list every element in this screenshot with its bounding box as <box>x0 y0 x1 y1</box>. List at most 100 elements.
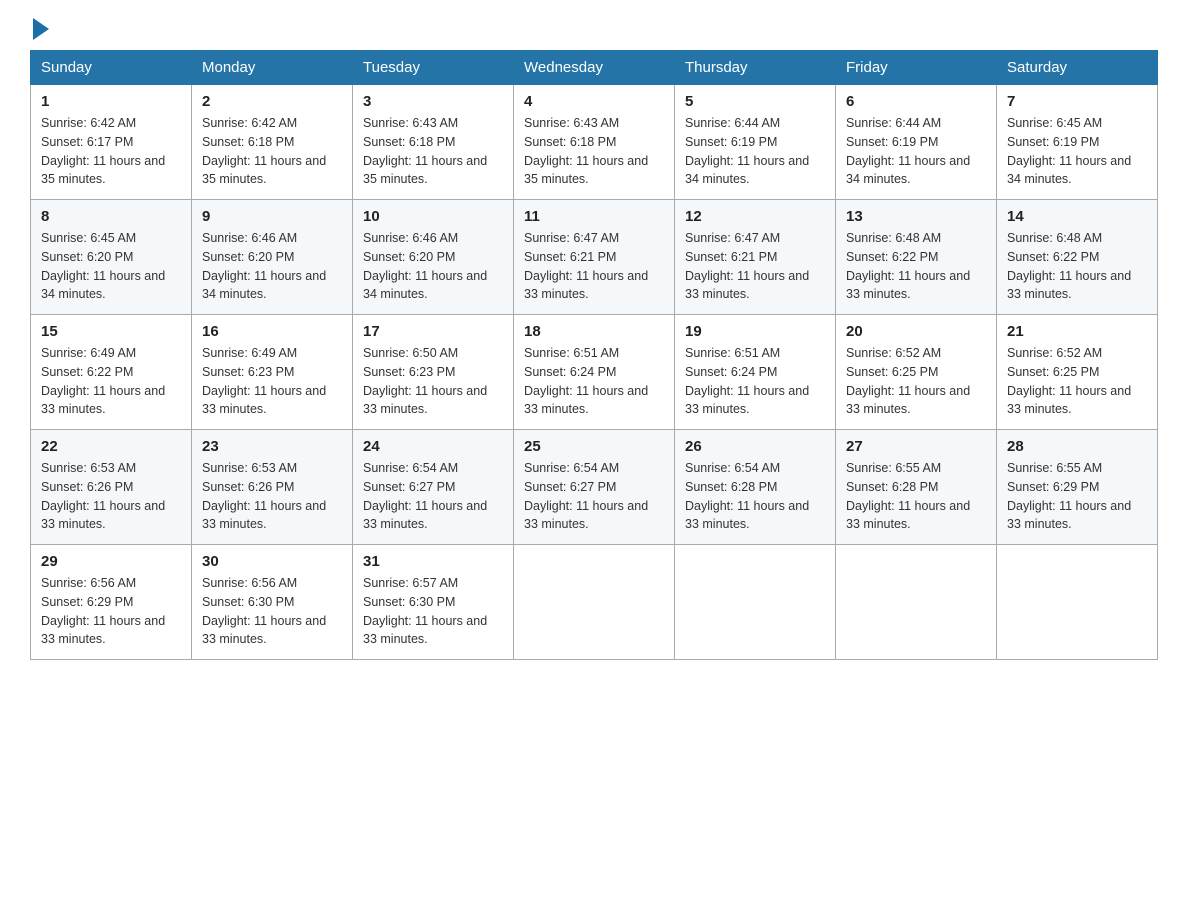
calendar-cell: 7 Sunrise: 6:45 AMSunset: 6:19 PMDayligh… <box>997 85 1158 200</box>
day-info: Sunrise: 6:54 AMSunset: 6:28 PMDaylight:… <box>685 459 825 534</box>
day-info: Sunrise: 6:55 AMSunset: 6:29 PMDaylight:… <box>1007 459 1147 534</box>
calendar-cell: 25 Sunrise: 6:54 AMSunset: 6:27 PMDaylig… <box>514 430 675 545</box>
calendar-cell: 14 Sunrise: 6:48 AMSunset: 6:22 PMDaylig… <box>997 200 1158 315</box>
day-number: 22 <box>41 438 181 455</box>
day-info: Sunrise: 6:43 AMSunset: 6:18 PMDaylight:… <box>363 114 503 189</box>
day-number: 24 <box>363 438 503 455</box>
day-number: 9 <box>202 208 342 225</box>
day-number: 11 <box>524 208 664 225</box>
weekday-header-monday: Monday <box>192 51 353 85</box>
day-info: Sunrise: 6:43 AMSunset: 6:18 PMDaylight:… <box>524 114 664 189</box>
week-row-5: 29 Sunrise: 6:56 AMSunset: 6:29 PMDaylig… <box>31 545 1158 660</box>
day-number: 17 <box>363 323 503 340</box>
day-info: Sunrise: 6:48 AMSunset: 6:22 PMDaylight:… <box>1007 229 1147 304</box>
day-number: 30 <box>202 553 342 570</box>
calendar-cell <box>836 545 997 660</box>
day-number: 13 <box>846 208 986 225</box>
week-row-4: 22 Sunrise: 6:53 AMSunset: 6:26 PMDaylig… <box>31 430 1158 545</box>
day-info: Sunrise: 6:53 AMSunset: 6:26 PMDaylight:… <box>41 459 181 534</box>
calendar-cell: 11 Sunrise: 6:47 AMSunset: 6:21 PMDaylig… <box>514 200 675 315</box>
day-number: 27 <box>846 438 986 455</box>
day-info: Sunrise: 6:57 AMSunset: 6:30 PMDaylight:… <box>363 574 503 649</box>
day-info: Sunrise: 6:45 AMSunset: 6:20 PMDaylight:… <box>41 229 181 304</box>
day-info: Sunrise: 6:45 AMSunset: 6:19 PMDaylight:… <box>1007 114 1147 189</box>
calendar-cell: 22 Sunrise: 6:53 AMSunset: 6:26 PMDaylig… <box>31 430 192 545</box>
calendar-cell: 24 Sunrise: 6:54 AMSunset: 6:27 PMDaylig… <box>353 430 514 545</box>
day-info: Sunrise: 6:56 AMSunset: 6:30 PMDaylight:… <box>202 574 342 649</box>
calendar-cell: 15 Sunrise: 6:49 AMSunset: 6:22 PMDaylig… <box>31 315 192 430</box>
calendar-cell: 17 Sunrise: 6:50 AMSunset: 6:23 PMDaylig… <box>353 315 514 430</box>
calendar-cell: 23 Sunrise: 6:53 AMSunset: 6:26 PMDaylig… <box>192 430 353 545</box>
week-row-2: 8 Sunrise: 6:45 AMSunset: 6:20 PMDayligh… <box>31 200 1158 315</box>
calendar-cell: 9 Sunrise: 6:46 AMSunset: 6:20 PMDayligh… <box>192 200 353 315</box>
day-number: 1 <box>41 93 181 110</box>
day-info: Sunrise: 6:54 AMSunset: 6:27 PMDaylight:… <box>524 459 664 534</box>
calendar-cell: 21 Sunrise: 6:52 AMSunset: 6:25 PMDaylig… <box>997 315 1158 430</box>
day-number: 10 <box>363 208 503 225</box>
day-number: 19 <box>685 323 825 340</box>
calendar-cell: 1 Sunrise: 6:42 AMSunset: 6:17 PMDayligh… <box>31 85 192 200</box>
day-info: Sunrise: 6:50 AMSunset: 6:23 PMDaylight:… <box>363 344 503 419</box>
calendar-cell: 30 Sunrise: 6:56 AMSunset: 6:30 PMDaylig… <box>192 545 353 660</box>
weekday-header-friday: Friday <box>836 51 997 85</box>
calendar-cell: 3 Sunrise: 6:43 AMSunset: 6:18 PMDayligh… <box>353 85 514 200</box>
page-header <box>30 20 1158 40</box>
weekday-header-wednesday: Wednesday <box>514 51 675 85</box>
calendar-cell: 28 Sunrise: 6:55 AMSunset: 6:29 PMDaylig… <box>997 430 1158 545</box>
day-number: 21 <box>1007 323 1147 340</box>
week-row-1: 1 Sunrise: 6:42 AMSunset: 6:17 PMDayligh… <box>31 85 1158 200</box>
day-info: Sunrise: 6:47 AMSunset: 6:21 PMDaylight:… <box>685 229 825 304</box>
weekday-header-saturday: Saturday <box>997 51 1158 85</box>
day-info: Sunrise: 6:49 AMSunset: 6:23 PMDaylight:… <box>202 344 342 419</box>
calendar-cell: 18 Sunrise: 6:51 AMSunset: 6:24 PMDaylig… <box>514 315 675 430</box>
calendar-cell: 4 Sunrise: 6:43 AMSunset: 6:18 PMDayligh… <box>514 85 675 200</box>
calendar-cell <box>675 545 836 660</box>
day-number: 25 <box>524 438 664 455</box>
day-info: Sunrise: 6:42 AMSunset: 6:18 PMDaylight:… <box>202 114 342 189</box>
day-info: Sunrise: 6:49 AMSunset: 6:22 PMDaylight:… <box>41 344 181 419</box>
day-number: 3 <box>363 93 503 110</box>
day-number: 20 <box>846 323 986 340</box>
calendar-cell: 13 Sunrise: 6:48 AMSunset: 6:22 PMDaylig… <box>836 200 997 315</box>
day-info: Sunrise: 6:54 AMSunset: 6:27 PMDaylight:… <box>363 459 503 534</box>
day-info: Sunrise: 6:53 AMSunset: 6:26 PMDaylight:… <box>202 459 342 534</box>
calendar-cell: 31 Sunrise: 6:57 AMSunset: 6:30 PMDaylig… <box>353 545 514 660</box>
day-number: 4 <box>524 93 664 110</box>
day-info: Sunrise: 6:44 AMSunset: 6:19 PMDaylight:… <box>846 114 986 189</box>
day-number: 2 <box>202 93 342 110</box>
day-number: 8 <box>41 208 181 225</box>
calendar-cell: 6 Sunrise: 6:44 AMSunset: 6:19 PMDayligh… <box>836 85 997 200</box>
day-info: Sunrise: 6:51 AMSunset: 6:24 PMDaylight:… <box>685 344 825 419</box>
day-number: 7 <box>1007 93 1147 110</box>
day-number: 14 <box>1007 208 1147 225</box>
weekday-header-thursday: Thursday <box>675 51 836 85</box>
calendar-cell: 12 Sunrise: 6:47 AMSunset: 6:21 PMDaylig… <box>675 200 836 315</box>
day-number: 28 <box>1007 438 1147 455</box>
day-info: Sunrise: 6:42 AMSunset: 6:17 PMDaylight:… <box>41 114 181 189</box>
logo <box>30 20 49 40</box>
calendar-cell: 20 Sunrise: 6:52 AMSunset: 6:25 PMDaylig… <box>836 315 997 430</box>
calendar-cell: 26 Sunrise: 6:54 AMSunset: 6:28 PMDaylig… <box>675 430 836 545</box>
day-info: Sunrise: 6:51 AMSunset: 6:24 PMDaylight:… <box>524 344 664 419</box>
calendar-cell: 16 Sunrise: 6:49 AMSunset: 6:23 PMDaylig… <box>192 315 353 430</box>
calendar-cell: 29 Sunrise: 6:56 AMSunset: 6:29 PMDaylig… <box>31 545 192 660</box>
day-info: Sunrise: 6:46 AMSunset: 6:20 PMDaylight:… <box>202 229 342 304</box>
day-number: 31 <box>363 553 503 570</box>
calendar-cell <box>997 545 1158 660</box>
calendar-cell: 27 Sunrise: 6:55 AMSunset: 6:28 PMDaylig… <box>836 430 997 545</box>
calendar-cell: 5 Sunrise: 6:44 AMSunset: 6:19 PMDayligh… <box>675 85 836 200</box>
header-row: SundayMondayTuesdayWednesdayThursdayFrid… <box>31 51 1158 85</box>
calendar-cell: 10 Sunrise: 6:46 AMSunset: 6:20 PMDaylig… <box>353 200 514 315</box>
day-info: Sunrise: 6:47 AMSunset: 6:21 PMDaylight:… <box>524 229 664 304</box>
week-row-3: 15 Sunrise: 6:49 AMSunset: 6:22 PMDaylig… <box>31 315 1158 430</box>
day-number: 26 <box>685 438 825 455</box>
day-info: Sunrise: 6:55 AMSunset: 6:28 PMDaylight:… <box>846 459 986 534</box>
day-info: Sunrise: 6:46 AMSunset: 6:20 PMDaylight:… <box>363 229 503 304</box>
day-number: 6 <box>846 93 986 110</box>
day-number: 15 <box>41 323 181 340</box>
day-info: Sunrise: 6:52 AMSunset: 6:25 PMDaylight:… <box>846 344 986 419</box>
day-number: 23 <box>202 438 342 455</box>
calendar-cell: 19 Sunrise: 6:51 AMSunset: 6:24 PMDaylig… <box>675 315 836 430</box>
calendar-table: SundayMondayTuesdayWednesdayThursdayFrid… <box>30 50 1158 660</box>
day-info: Sunrise: 6:48 AMSunset: 6:22 PMDaylight:… <box>846 229 986 304</box>
